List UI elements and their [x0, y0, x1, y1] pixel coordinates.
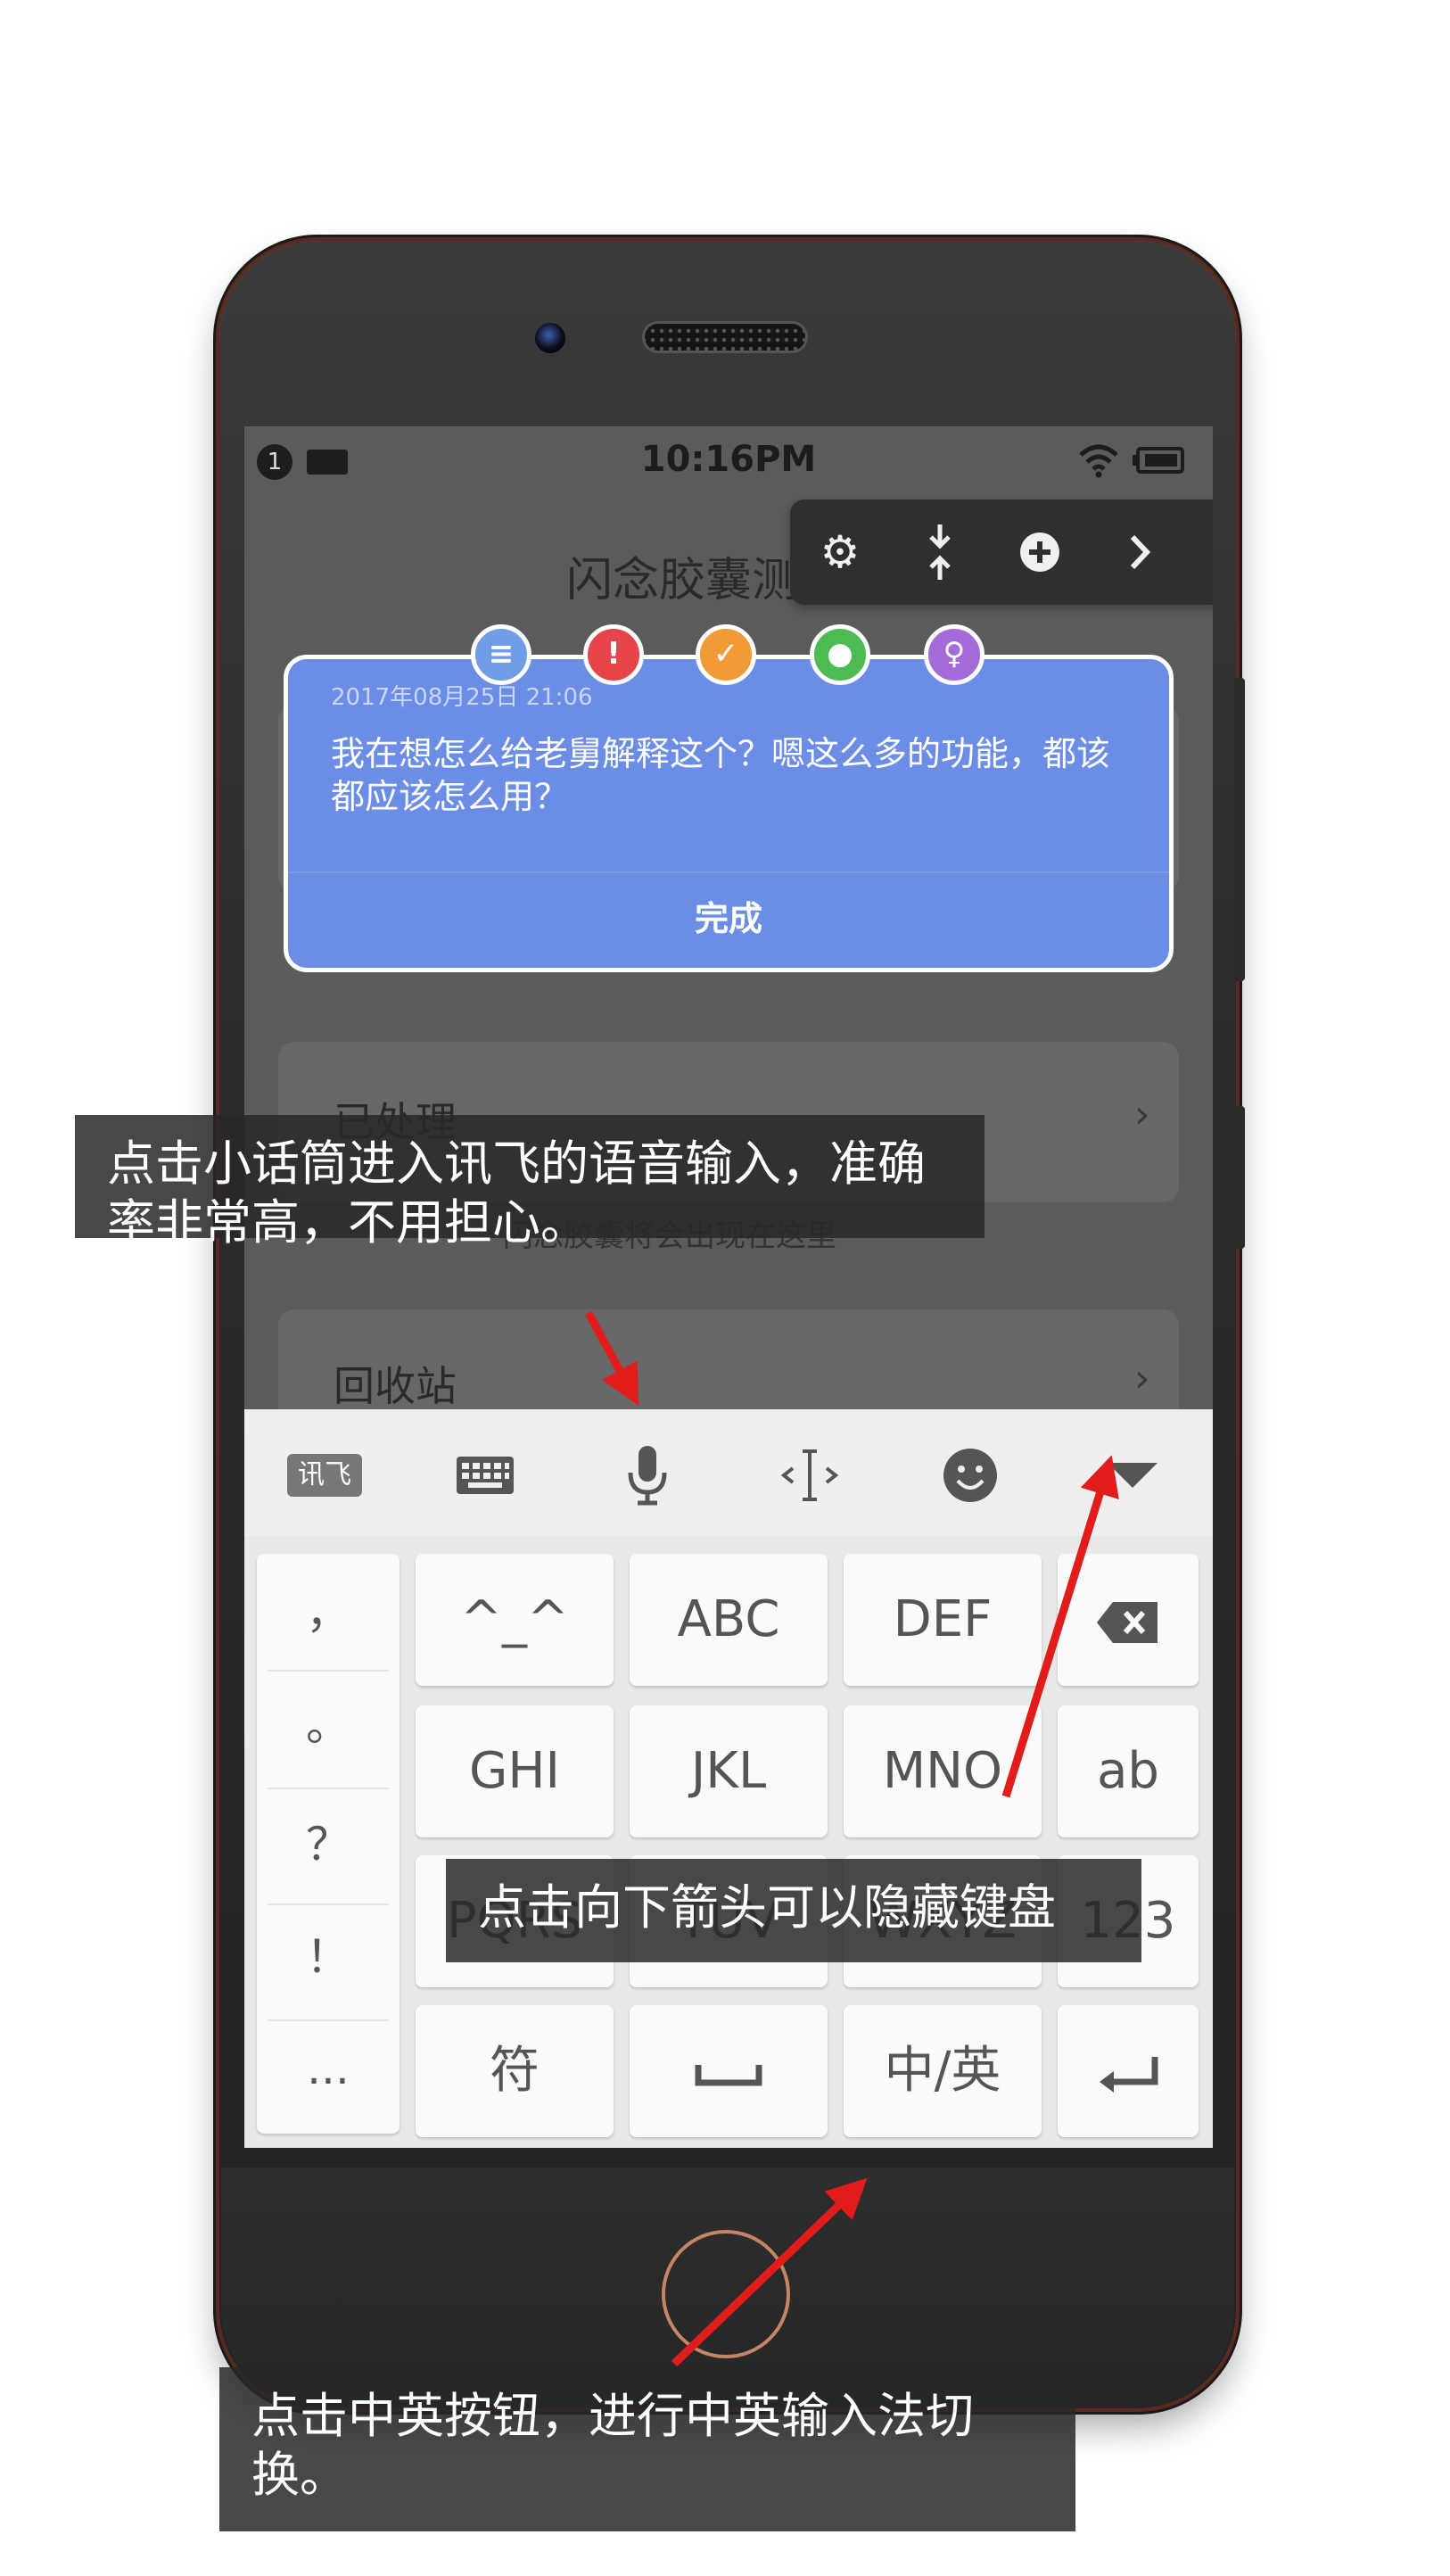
arrow-to-language	[671, 2177, 868, 2367]
annotation-arrows	[585, 1310, 1119, 2367]
arrow-to-mic	[585, 1310, 639, 1406]
arrow-to-hide	[1001, 1455, 1119, 1798]
